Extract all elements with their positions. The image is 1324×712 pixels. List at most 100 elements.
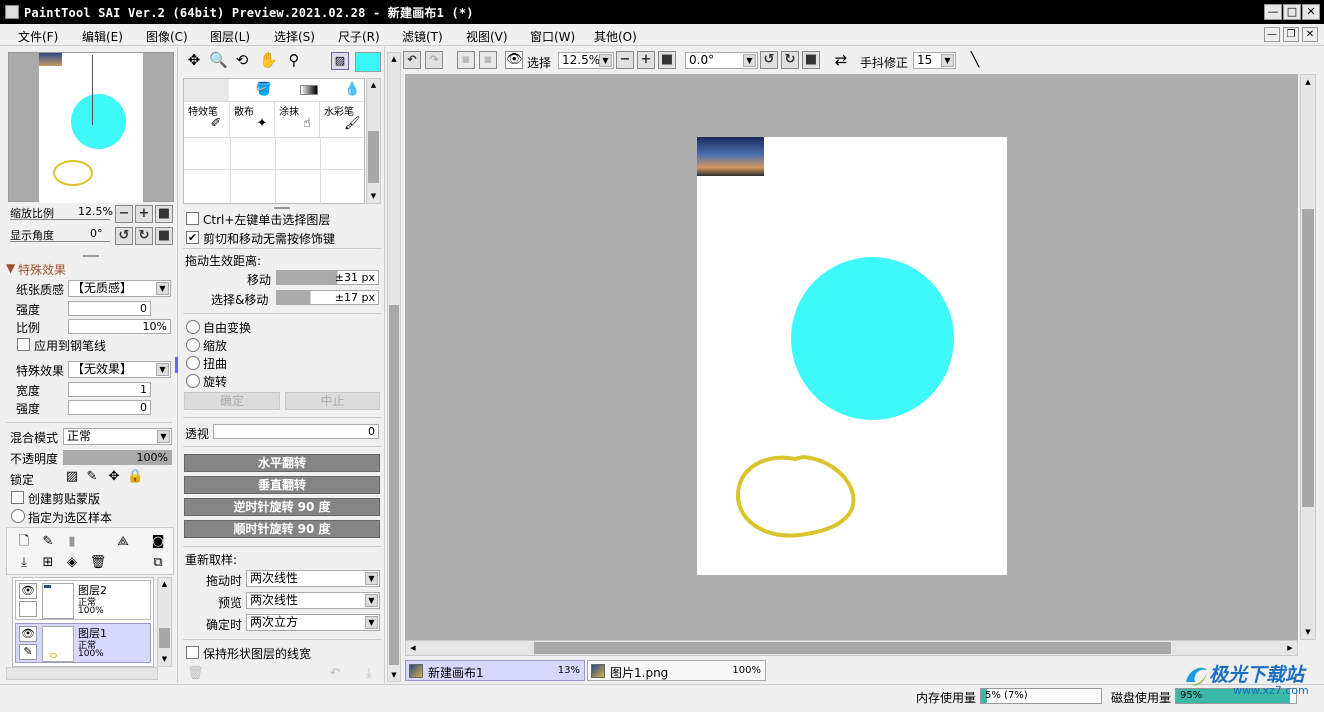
save-preset-icon[interactable]: ⤓ <box>361 665 377 683</box>
navigator-preview[interactable] <box>8 52 174 203</box>
canvas-rotate-left-button[interactable]: ↺ <box>760 51 778 69</box>
angle-slider[interactable] <box>10 241 110 242</box>
paper-texture-select[interactable]: 【无质感】 ▼ <box>68 280 171 297</box>
effect-select[interactable]: 【无效果】 ▼ <box>68 361 171 378</box>
zoom-in-button[interactable]: + <box>135 205 153 223</box>
free-transform-radio[interactable] <box>186 320 200 334</box>
rotate-tool-icon[interactable]: ⟲ <box>233 51 251 69</box>
layer-edit-toggle[interactable] <box>19 601 37 617</box>
menu-select[interactable]: 选择(S) <box>274 28 315 45</box>
transform-cancel-button[interactable]: 中止 <box>285 392 380 410</box>
menu-edit[interactable]: 编辑(E) <box>82 28 123 45</box>
transform-ok-button[interactable]: 确定 <box>184 392 280 410</box>
scale-radio[interactable] <box>186 338 200 352</box>
duplicate-layer-icon[interactable]: ⊞ <box>39 554 57 572</box>
merge-down-icon[interactable]: ⤓ <box>15 554 33 572</box>
scroll-down-icon[interactable]: ▼ <box>388 669 400 681</box>
zoom-out-button[interactable]: − <box>115 205 133 223</box>
hand-tool-icon[interactable]: ✋ <box>259 51 278 69</box>
canvas-zoom-out-button[interactable]: − <box>616 51 634 69</box>
layer-mask-icon[interactable]: ◙ <box>149 533 167 551</box>
brush-cell[interactable]: 水彩笔 🖌 <box>320 101 366 137</box>
pen-icon[interactable]: ✎ <box>19 644 37 660</box>
opacity-slider[interactable]: 100% <box>63 450 172 465</box>
scroll-up-icon[interactable]: ▲ <box>367 79 380 91</box>
scroll-down-icon[interactable]: ▼ <box>158 653 171 665</box>
confirm-resample-select[interactable]: 两次立方 ▼ <box>246 614 380 631</box>
maximize-button[interactable]: □ <box>1283 4 1301 20</box>
effects-collapse-icon[interactable]: ▼ <box>6 261 15 275</box>
zoom-slider[interactable] <box>10 219 110 220</box>
layer-row[interactable]: 👁 ✎ 图层1 正常 100% <box>15 623 151 663</box>
line-mode-icon[interactable]: ╲ <box>965 51 985 69</box>
minimize-button[interactable]: — <box>1264 4 1282 20</box>
rotate-radio[interactable] <box>186 374 200 388</box>
layer-list-scrollbar[interactable]: ▲ ▼ <box>157 577 172 667</box>
move-tool-icon[interactable]: ✥ <box>185 51 203 69</box>
lock-transparency-icon[interactable]: ▨ <box>64 468 80 486</box>
scroll-down-icon[interactable]: ▼ <box>367 190 380 202</box>
tab-image1[interactable]: 图片1.png 100% <box>587 660 766 681</box>
perspective-input[interactable]: 0 <box>213 424 379 439</box>
flip-horizontal-button[interactable]: 水平翻转 <box>184 454 380 472</box>
menu-ruler[interactable]: 尺子(R) <box>338 28 380 45</box>
zoom-tool-icon[interactable]: 🔍 <box>209 51 228 69</box>
canvas-page[interactable] <box>697 137 1007 575</box>
rotate-right-button[interactable]: ↻ <box>135 227 153 245</box>
canvas-viewport[interactable] <box>405 74 1298 640</box>
scroll-up-icon[interactable]: ▲ <box>1301 75 1315 89</box>
eye-icon[interactable]: 👁 <box>505 51 523 69</box>
apply-to-pen-checkbox[interactable] <box>17 338 30 351</box>
ctrl-click-checkbox[interactable] <box>186 212 199 225</box>
color-swatch[interactable] <box>355 52 381 72</box>
scroll-left-icon[interactable]: ◀ <box>406 641 420 655</box>
canvas-rotate-right-button[interactable]: ↻ <box>781 51 799 69</box>
brush-cell[interactable]: 特效笔 ✐ <box>184 101 230 137</box>
brush-grid-scrollbar[interactable]: ▲ ▼ <box>366 78 381 204</box>
layer-row[interactable]: 👁 图层2 正常 100% <box>15 580 151 620</box>
drag-resample-select[interactable]: 两次线性 ▼ <box>246 570 380 587</box>
preview-resample-select[interactable]: 两次线性 ▼ <box>246 592 380 609</box>
shape-layer-icon[interactable]: ⟁ <box>113 533 133 551</box>
rotate-reset-button[interactable]: ■ <box>155 227 173 245</box>
rotate-ccw-button[interactable]: 逆时针旋转 90 度 <box>184 498 380 516</box>
delete-layer-icon[interactable]: 🗑 <box>89 554 107 572</box>
lock-all-icon[interactable]: 🔒 <box>127 468 143 486</box>
eye-icon[interactable]: 👁 <box>19 583 37 599</box>
canvas-zoom-in-button[interactable]: + <box>637 51 655 69</box>
canvas-vscrollbar[interactable]: ▲ ▼ <box>1300 74 1316 640</box>
menu-image[interactable]: 图像(C) <box>146 28 188 45</box>
zoom-reset-button[interactable]: ■ <box>155 205 173 223</box>
rotate-left-button[interactable]: ↺ <box>115 227 133 245</box>
canvas-angle-select[interactable]: 0.0° ▼ <box>685 52 758 69</box>
mdi-close-button[interactable]: ✕ <box>1302 27 1318 42</box>
transparency-swatch-icon[interactable]: ▨ <box>331 52 349 70</box>
flip-view-icon[interactable]: ⇄ <box>831 51 851 69</box>
close-button[interactable]: ✕ <box>1302 4 1320 20</box>
layer-options-icon[interactable]: ⧉ <box>149 554 167 572</box>
scroll-down-icon[interactable]: ▼ <box>1301 625 1315 639</box>
scroll-up-icon[interactable]: ▲ <box>158 578 171 590</box>
strength2-input[interactable]: 0 <box>68 400 151 415</box>
eye-icon[interactable]: 👁 <box>19 626 37 642</box>
brush-cell[interactable]: 涂抹 ☝ <box>275 101 320 137</box>
distort-radio[interactable] <box>186 356 200 370</box>
panel-splitter[interactable] <box>83 255 99 257</box>
menu-layer[interactable]: 图层(L) <box>210 28 250 45</box>
bucket-icon[interactable]: 🪣 <box>254 81 274 99</box>
select-move-distance-slider[interactable]: ±17 px <box>276 290 379 305</box>
canvas-hscrollbar[interactable]: ◀ ▶ <box>405 640 1298 656</box>
new-linework-icon[interactable]: ✎ <box>39 533 57 551</box>
clear-layer-icon[interactable]: ◈ <box>63 554 81 572</box>
invert-selection-button[interactable]: ▪ <box>479 51 497 69</box>
canvas-zoom-select[interactable]: 12.5% ▼ <box>558 52 614 69</box>
move-distance-slider[interactable]: ±31 px <box>276 270 379 285</box>
clipping-mask-checkbox[interactable] <box>11 491 24 504</box>
scroll-right-icon[interactable]: ▶ <box>1283 641 1297 655</box>
panel-splitter[interactable] <box>274 207 290 209</box>
trash-icon[interactable]: 🗑 <box>187 665 204 683</box>
width-input[interactable]: 1 <box>68 382 151 397</box>
canvas-rotate-reset-button[interactable]: ■ <box>802 51 820 69</box>
new-layer-icon[interactable]: 🗋 <box>15 533 33 551</box>
scroll-up-icon[interactable]: ▲ <box>388 53 400 65</box>
